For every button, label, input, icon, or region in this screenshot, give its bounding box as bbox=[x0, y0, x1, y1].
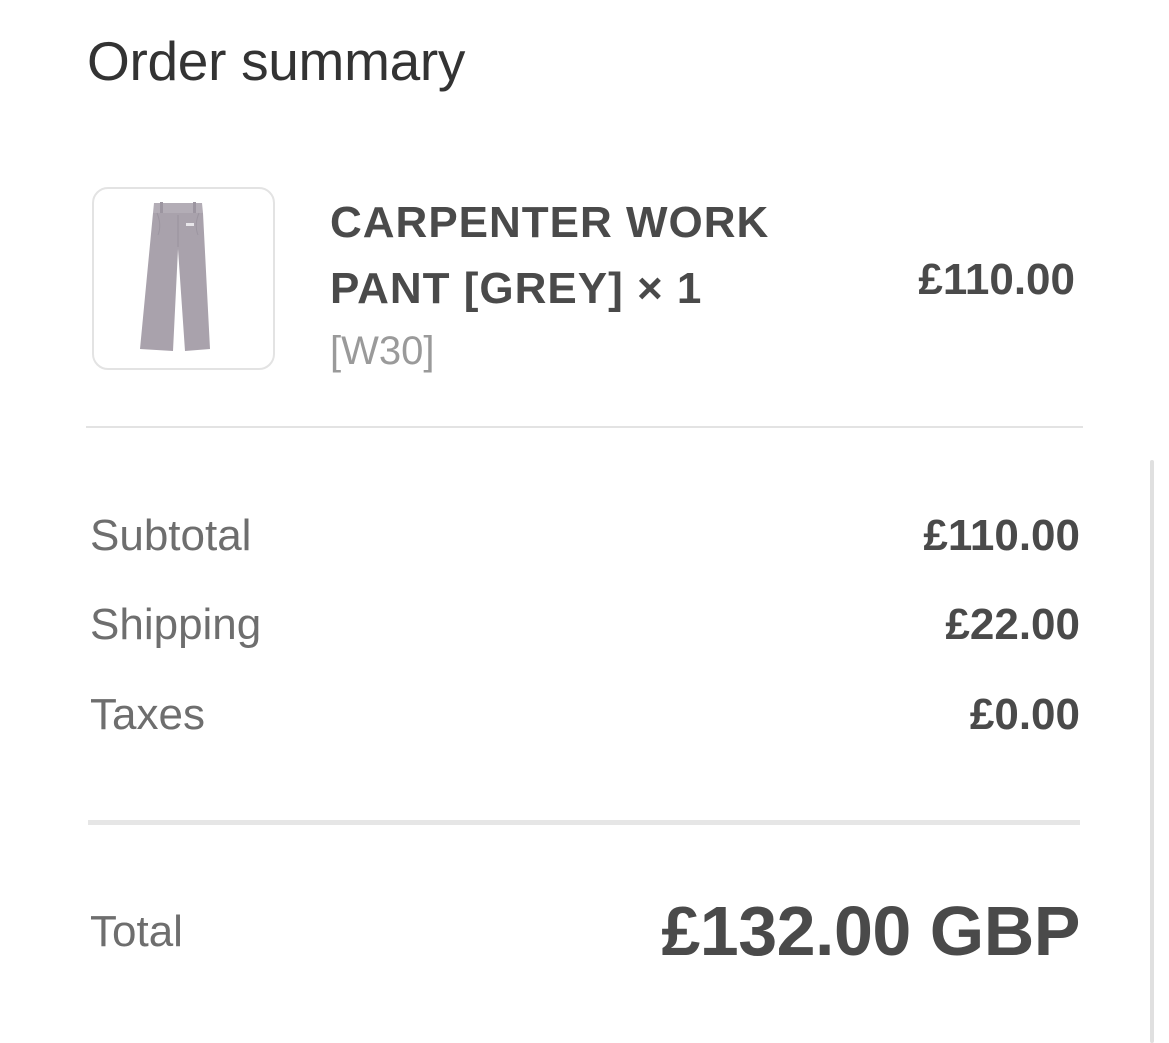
taxes-row: Taxes £0.00 bbox=[90, 687, 1080, 743]
shipping-label: Shipping bbox=[90, 600, 262, 649]
subtotal-label: Subtotal bbox=[90, 511, 252, 560]
subtotal-value: £110.00 bbox=[923, 511, 1080, 560]
total-label: Total bbox=[90, 907, 183, 956]
scrollbar[interactable] bbox=[1150, 460, 1154, 1043]
subtotal-row: Subtotal £110.00 bbox=[90, 508, 1080, 564]
divider bbox=[86, 426, 1083, 428]
product-title-line-1: CARPENTER WORK bbox=[330, 198, 770, 247]
grey-work-pants-image bbox=[140, 202, 210, 351]
total-value: £132.00 GBP bbox=[661, 892, 1080, 970]
product-thumbnail[interactable] bbox=[92, 187, 275, 370]
total-divider bbox=[88, 820, 1080, 825]
product-title: CARPENTER WORK PANT [GREY] × 1 bbox=[330, 190, 850, 322]
shipping-value: £22.00 bbox=[945, 600, 1080, 649]
product-variant: [W30] bbox=[330, 329, 435, 373]
taxes-label: Taxes bbox=[90, 690, 205, 739]
taxes-value: £0.00 bbox=[969, 690, 1080, 739]
shipping-row: Shipping £22.00 bbox=[90, 597, 1080, 653]
order-summary-title: Order summary bbox=[87, 30, 466, 92]
product-price: £110.00 bbox=[918, 255, 1075, 304]
product-title-line-2: PANT [GREY] × 1 bbox=[330, 264, 703, 313]
